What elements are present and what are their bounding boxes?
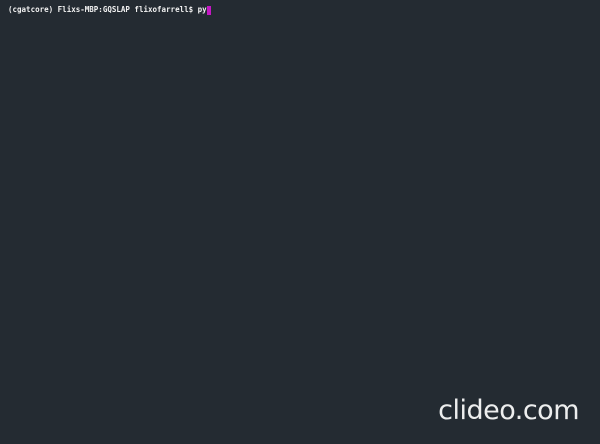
text-cursor <box>206 5 211 15</box>
clideo-watermark: clideo.com <box>438 395 579 426</box>
shell-prompt: (cgatcore) Flixs-MBP:GQSLAP flixofarrell… <box>8 5 198 14</box>
terminal-window[interactable]: (cgatcore) Flixs-MBP:GQSLAP flixofarrell… <box>0 0 600 444</box>
typed-command: py <box>197 5 207 14</box>
command-line[interactable]: (cgatcore) Flixs-MBP:GQSLAP flixofarrell… <box>8 5 211 15</box>
